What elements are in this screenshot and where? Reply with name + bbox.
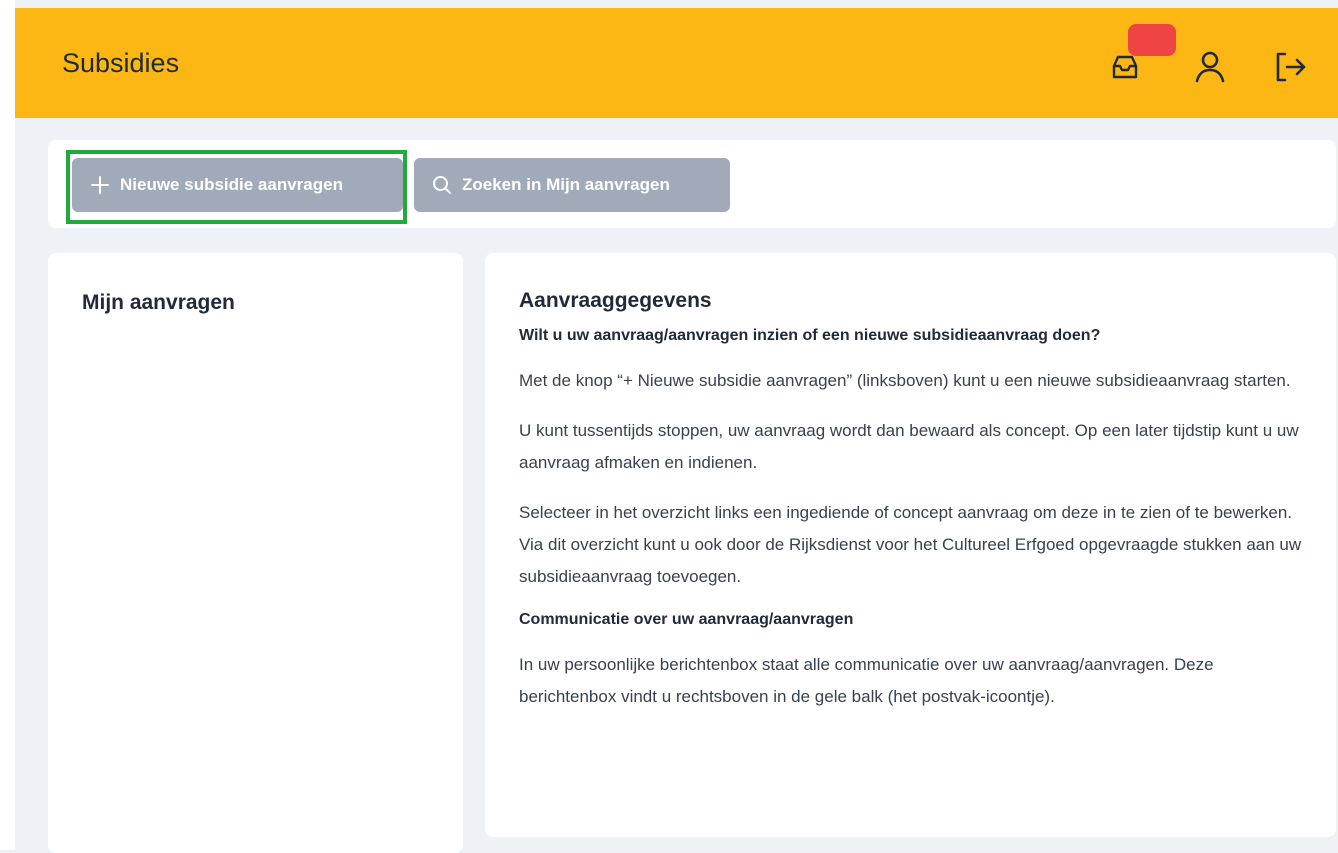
new-application-label: Nieuwe subsidie aanvragen [120, 175, 343, 194]
new-application-button[interactable]: Nieuwe subsidie aanvragen [72, 158, 403, 212]
logout-icon[interactable] [1273, 50, 1313, 90]
details-paragraph-2: U kunt tussentijds stoppen, uw aanvraag … [519, 421, 1299, 472]
details-question: Wilt u uw aanvraag/aanvragen inzien of e… [519, 327, 1101, 344]
action-toolbar: Nieuwe subsidie aanvragen Zoeken in Mijn… [48, 140, 1336, 228]
my-applications-title: Mijn aanvragen [82, 291, 235, 314]
communication-title: Communicatie over uw aanvraag/aanvragen [519, 611, 854, 628]
search-icon [433, 176, 451, 194]
plus-icon [91, 176, 109, 194]
application-details-panel: Aanvraaggegevens Wilt u uw aanvraag/aanv… [485, 253, 1336, 837]
details-paragraph-3: Selecteer in het overzicht links een ing… [519, 503, 1302, 586]
details-paragraph-1: Met de knop “+ Nieuwe subsidie aanvragen… [519, 371, 1291, 390]
top-bar: Subsidies [15, 8, 1338, 118]
search-applications-label: Zoeken in Mijn aanvragen [462, 175, 670, 194]
app-title: Subsidies [62, 48, 180, 78]
left-edge [0, 0, 15, 850]
user-icon[interactable] [1193, 50, 1233, 90]
details-title: Aanvraaggegevens [519, 289, 712, 312]
inbox-icon[interactable] [1110, 52, 1150, 92]
details-paragraph-4: In uw persoonlijke berichtenbox staat al… [519, 655, 1214, 706]
my-applications-panel: Mijn aanvragen [48, 253, 463, 853]
search-applications-button[interactable]: Zoeken in Mijn aanvragen [414, 158, 730, 212]
